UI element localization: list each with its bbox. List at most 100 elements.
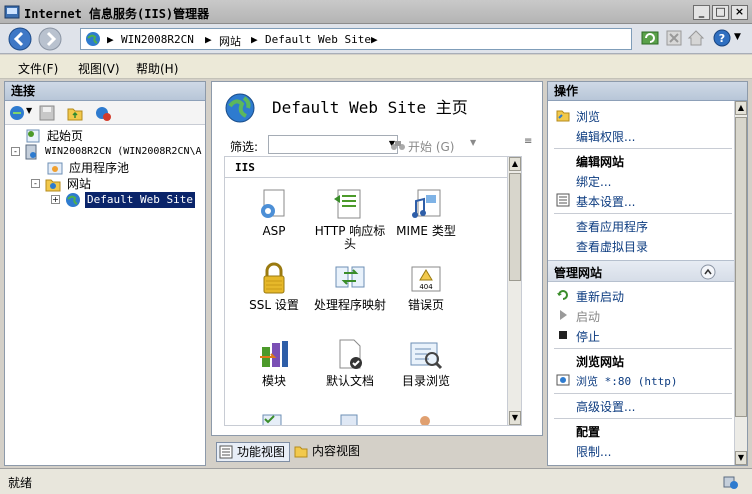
- connections-pane: 连接 ▼ 起始页 - WIN2008R2CN (WIN2008R2CN\A 应用…: [4, 81, 206, 466]
- default-document-icon: [339, 339, 362, 369]
- save-icon[interactable]: [39, 105, 55, 121]
- website-globe-icon: [66, 193, 80, 207]
- feature-mime-types[interactable]: MIME 类型: [387, 187, 465, 238]
- connections-header: 连接: [5, 82, 205, 101]
- modules-icon: [260, 341, 288, 367]
- expand-site-icon[interactable]: +: [51, 195, 60, 204]
- maximize-button[interactable]: □: [712, 5, 729, 20]
- features-view-tab[interactable]: 功能视图: [216, 442, 291, 462]
- window-title: Internet 信息服务(IIS)管理器: [24, 7, 210, 21]
- minimize-button[interactable]: _: [693, 5, 710, 20]
- manage-site-section[interactable]: 管理网站: [548, 260, 736, 282]
- crumb-server[interactable]: WIN2008R2CN: [121, 33, 194, 46]
- app-pools-icon: [47, 162, 63, 175]
- directory-browsing-icon: [410, 342, 443, 370]
- svg-text:?: ?: [719, 32, 725, 45]
- basic-settings-icon: [556, 193, 570, 207]
- binoculars-icon: [391, 141, 405, 150]
- collapse-section-icon[interactable]: [700, 264, 716, 280]
- scroll-up-icon[interactable]: ▲: [509, 157, 521, 171]
- feature-ssl-settings[interactable]: SSL 设置: [235, 261, 313, 312]
- browse-site-heading: 浏览网站: [576, 355, 625, 369]
- group-title: IIS: [235, 161, 255, 174]
- browse-web-icon: [556, 374, 570, 386]
- action-stop[interactable]: 停止: [576, 328, 600, 345]
- actions-pane: 操作 浏览 编辑权限... 编辑网站 绑定... 基本设置... 查看应用程序 …: [547, 81, 748, 466]
- separator: [554, 213, 732, 214]
- connect-dropdown-icon[interactable]: ▼: [26, 106, 32, 115]
- status-text: 就绪: [8, 476, 33, 490]
- start-dropdown-icon[interactable]: ▼: [470, 138, 476, 147]
- action-basic-settings[interactable]: 基本设置...: [576, 193, 635, 210]
- filter-bar: 筛选: ▼ 开始 (G) ▼ ≡: [224, 134, 538, 156]
- action-advanced-settings[interactable]: 高级设置...: [576, 398, 635, 415]
- globe-icon: [86, 32, 100, 46]
- svg-text:404: 404: [419, 283, 433, 291]
- action-browse-http[interactable]: 浏览 *:80 (http): [576, 373, 677, 389]
- collapse-sites-icon[interactable]: -: [31, 179, 40, 188]
- feature-http-headers[interactable]: HTTP 响应标头: [311, 187, 389, 251]
- filter-label: 筛选:: [230, 140, 259, 154]
- refresh-icon[interactable]: [640, 28, 660, 48]
- connect-globe-icon[interactable]: [9, 105, 25, 121]
- help-dropdown-icon[interactable]: ▼: [734, 32, 741, 42]
- actions-scroll-down-icon[interactable]: ▼: [735, 451, 747, 465]
- scroll-down-icon[interactable]: ▼: [509, 411, 521, 425]
- actions-scroll-thumb[interactable]: [735, 117, 747, 417]
- up-folder-icon[interactable]: [67, 105, 83, 121]
- start-icon: [560, 310, 567, 320]
- page-title: Default Web Site 主页: [272, 98, 468, 117]
- crumb-sites[interactable]: 网站: [219, 33, 241, 49]
- action-edit-permissions[interactable]: 编辑权限...: [576, 128, 635, 145]
- feature-asp[interactable]: ASP: [235, 187, 313, 238]
- help-icon[interactable]: ?: [712, 28, 732, 48]
- feature-handler-mappings[interactable]: 处理程序映射: [311, 261, 389, 312]
- disconnect-icon[interactable]: [95, 105, 111, 121]
- feature-list: IIS ASP HTTP 响应标头 MIME 类型 SSL 设置 处理程序映射 …: [224, 156, 522, 426]
- scroll-thumb[interactable]: [509, 173, 521, 281]
- action-bindings[interactable]: 绑定...: [576, 173, 611, 190]
- action-explore[interactable]: 浏览: [576, 108, 600, 125]
- handler-mappings-icon: [335, 266, 365, 288]
- partial-feature-icon-3: [420, 416, 430, 425]
- feature-modules[interactable]: 模块: [235, 337, 313, 388]
- partial-feature-icon-2: [340, 414, 358, 425]
- sites-folder-icon: [45, 179, 61, 192]
- content-view-icon: [294, 446, 308, 458]
- action-limits[interactable]: 限制...: [576, 443, 611, 460]
- features-view-icon: [219, 445, 233, 459]
- action-view-virtual-dirs[interactable]: 查看虚拟目录: [576, 238, 648, 255]
- features-scrollbar[interactable]: ▲ ▼: [507, 157, 521, 425]
- connections-toolbar: ▼: [5, 101, 205, 125]
- address-path[interactable]: ▶ WIN2008R2CN ▶ 网站 ▶ Default Web Site ▶: [80, 28, 632, 50]
- menu-file[interactable]: 文件(F): [18, 60, 58, 77]
- edit-site-heading: 编辑网站: [576, 155, 625, 169]
- configure-heading: 配置: [576, 425, 601, 439]
- explore-folder-icon: [556, 110, 570, 122]
- feature-error-pages[interactable]: 404 错误页: [387, 261, 465, 312]
- actions-scrollbar[interactable]: ▲ ▼: [734, 101, 747, 465]
- home-icon[interactable]: [686, 28, 706, 48]
- back-icon[interactable]: [8, 27, 32, 51]
- collapse-server-icon[interactable]: -: [11, 147, 20, 156]
- menu-help[interactable]: 帮助(H): [136, 60, 178, 77]
- partial-feature-icon-1: [262, 414, 282, 425]
- error-page-404-icon: 404: [411, 266, 441, 292]
- action-view-applications[interactable]: 查看应用程序: [576, 218, 648, 235]
- content-view-tab[interactable]: 内容视图: [292, 442, 360, 462]
- stop-icon[interactable]: [664, 28, 684, 48]
- crumb-site[interactable]: Default Web Site: [265, 33, 371, 46]
- action-restart[interactable]: 重新启动: [576, 288, 624, 305]
- start-filter-button[interactable]: 开始 (G): [408, 138, 454, 155]
- group-by-icon[interactable]: ≡: [524, 136, 532, 147]
- feature-default-document[interactable]: 默认文档: [311, 337, 389, 388]
- feature-directory-browsing[interactable]: 目录浏览: [387, 337, 465, 388]
- forward-icon[interactable]: [38, 27, 62, 51]
- filter-input[interactable]: ▼: [268, 135, 398, 154]
- action-start[interactable]: 启动: [576, 308, 600, 325]
- server-icon: [25, 144, 37, 160]
- menu-view[interactable]: 视图(V): [78, 60, 120, 77]
- close-button[interactable]: ×: [731, 5, 748, 20]
- actions-scroll-up-icon[interactable]: ▲: [735, 101, 747, 115]
- group-divider: [225, 177, 510, 178]
